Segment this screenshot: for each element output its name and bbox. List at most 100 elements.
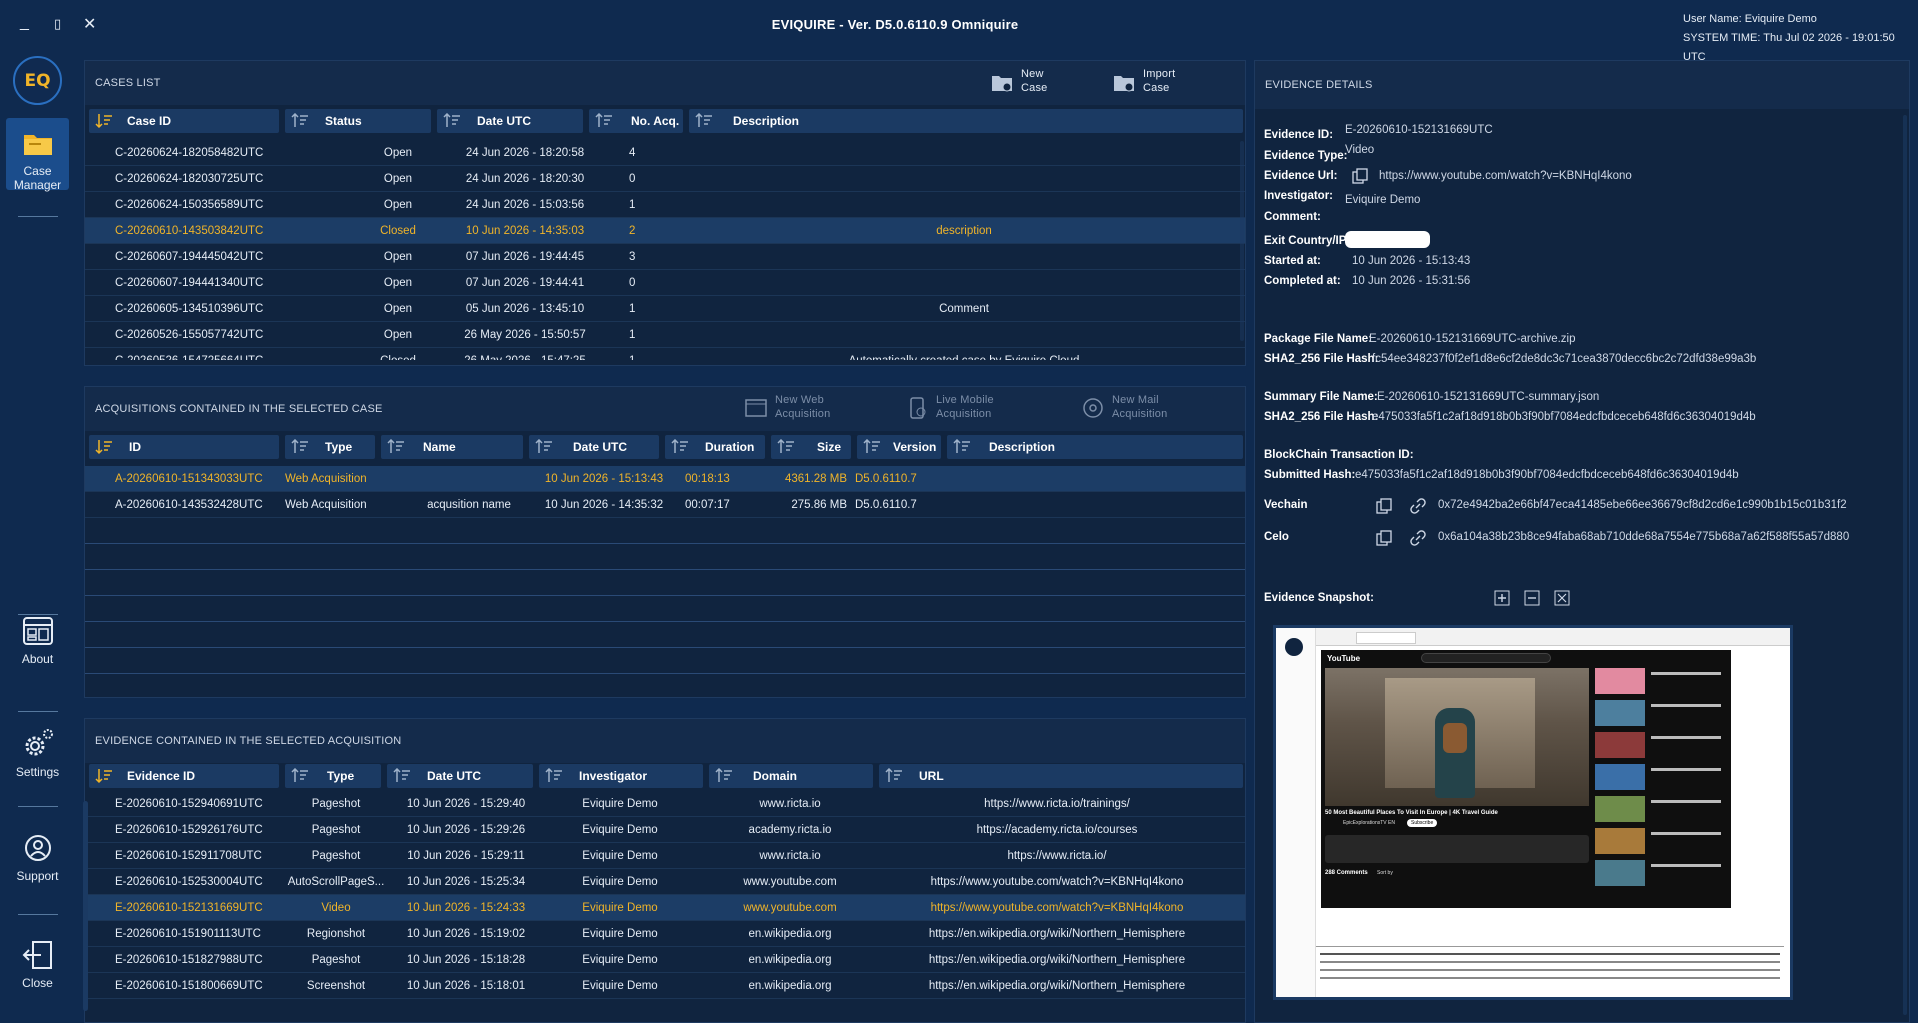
copy-icon[interactable] bbox=[1352, 168, 1368, 184]
column-type[interactable]: Type bbox=[285, 764, 381, 788]
live-mobile-acquisition-button[interactable]: Live Mobile Acquisition bbox=[910, 393, 994, 421]
evidence-row[interactable]: E-20260610-152926176UTC Pageshot 10 Jun 20… bbox=[85, 817, 1245, 843]
evidence-row[interactable]: E-20260610-151901113UTC Regionshot 10 Jun … bbox=[85, 921, 1245, 947]
case-row[interactable]: C-20260607-194445042UTC Open 07 Jun 2026 -… bbox=[85, 244, 1245, 270]
evidence-id: E-20260610-152530004UTC bbox=[115, 876, 263, 888]
zoom-in-icon[interactable] bbox=[1494, 590, 1510, 606]
evidence-date: 10 Jun 2026 - 15:19:02 bbox=[406, 928, 526, 940]
column-url[interactable]: URL bbox=[879, 764, 1243, 788]
sidebar-item-case-manager[interactable]: Case Manager bbox=[6, 118, 69, 192]
column-type[interactable]: Type bbox=[285, 435, 375, 459]
evidence-row[interactable]: E-20260610-152940691UTC Pageshot 10 Jun 20… bbox=[85, 791, 1245, 817]
case-row[interactable]: C-20260624-182058482UTC Open 24 Jun 2026 -… bbox=[85, 140, 1245, 166]
evidence-id-label: Evidence ID: bbox=[1264, 129, 1334, 141]
acquisition-version: D5.0.6110.7 bbox=[855, 499, 917, 511]
case-row[interactable]: C-20260624-150356589UTC Open 24 Jun 2026 -… bbox=[85, 192, 1245, 218]
import-case-button[interactable]: Import Case bbox=[1114, 67, 1176, 95]
cases-scrollbar[interactable] bbox=[1240, 141, 1244, 341]
evidence-type: Video bbox=[321, 902, 351, 914]
column-version[interactable]: Version bbox=[857, 435, 941, 459]
empty-row bbox=[85, 544, 1245, 570]
evidence-snapshot[interactable]: YouTube 50 Most Beautiful Places To Visi… bbox=[1273, 625, 1793, 1000]
column-date-utc[interactable]: Date UTC bbox=[437, 109, 583, 133]
column-date-utc[interactable]: Date UTC bbox=[529, 435, 659, 459]
acquisition-row[interactable]: A-20260610-143532428UTC Web Acquisition ac… bbox=[85, 492, 1245, 518]
column-description[interactable]: Description bbox=[689, 109, 1243, 133]
case-date: 10 Jun 2026 - 14:35:03 bbox=[465, 225, 585, 237]
column-size[interactable]: Size bbox=[771, 435, 851, 459]
sort-icon bbox=[393, 768, 410, 782]
case-acq-count: 3 bbox=[629, 251, 636, 263]
evidence-url: https://en.wikipedia.org/wiki/Northern_H… bbox=[928, 980, 1186, 992]
case-row[interactable]: C-20260605-134510396UTC Open 05 Jun 2026 -… bbox=[85, 296, 1245, 322]
column-investigator[interactable]: Investigator bbox=[539, 764, 703, 788]
link-icon[interactable] bbox=[1410, 498, 1426, 514]
acquisition-row[interactable]: A-20260610-151343033UTC Web Acquisition 10… bbox=[85, 466, 1245, 492]
fit-screen-icon[interactable] bbox=[1554, 590, 1570, 606]
import-folder-icon bbox=[1114, 76, 1134, 92]
column-name[interactable]: Name bbox=[381, 435, 523, 459]
evidence-id: E-20260610-151800669UTC bbox=[115, 980, 263, 992]
details-scrollbar[interactable] bbox=[1903, 115, 1907, 1015]
sidebar-item-support[interactable]: Support bbox=[6, 823, 69, 883]
evidence-row[interactable]: E-20260610-152530004UTC AutoScrollPageS..… bbox=[85, 869, 1245, 895]
evidence-investigator: Eviquire Demo bbox=[582, 902, 658, 914]
snapshot-logo bbox=[1285, 638, 1303, 656]
evidence-row[interactable]: E-20260610-151827988UTC Pageshot 10 Jun 20… bbox=[85, 947, 1245, 973]
acquisition-type: Web Acquisition bbox=[285, 473, 367, 485]
package-file-label: Package File Name: bbox=[1264, 333, 1373, 345]
sort-icon bbox=[777, 439, 794, 453]
evidence-investigator: Eviquire Demo bbox=[582, 980, 658, 992]
sort-icon bbox=[291, 113, 308, 127]
acquisitions-table-body: A-20260610-151343033UTC Web Acquisition 10… bbox=[85, 466, 1245, 692]
case-row[interactable]: C-20260607-194441340UTC Open 07 Jun 2026 -… bbox=[85, 270, 1245, 296]
case-date: 24 Jun 2026 - 15:03:56 bbox=[465, 199, 585, 211]
evidence-row[interactable]: E-20260610-152911708UTC Pageshot 10 Jun 20… bbox=[85, 843, 1245, 869]
case-row[interactable]: C-20260526-155057742UTC Open 26 May 2026 -… bbox=[85, 322, 1245, 348]
case-row[interactable]: C-20260610-143503842UTC Closed 10 Jun 2026… bbox=[85, 218, 1245, 244]
evidence-investigator: Eviquire Demo bbox=[582, 850, 658, 862]
column-description[interactable]: Description bbox=[947, 435, 1243, 459]
sort-icon bbox=[695, 113, 712, 127]
new-web-acquisition-label: Acquisition bbox=[775, 408, 831, 420]
copy-icon[interactable] bbox=[1376, 530, 1392, 546]
case-date: 26 May 2026 - 15:47:25 bbox=[445, 348, 605, 360]
case-row[interactable]: C-20260526-154725664UTC Closed26 May 2026… bbox=[85, 348, 1245, 360]
column-label: Description bbox=[733, 114, 800, 128]
column-id[interactable]: ID bbox=[89, 435, 279, 459]
column-evidence-id[interactable]: Evidence ID bbox=[89, 764, 279, 788]
column-duration[interactable]: Duration bbox=[665, 435, 765, 459]
evidence-id: E-20260610-152131669UTC bbox=[115, 902, 263, 914]
copy-icon[interactable] bbox=[1376, 498, 1392, 514]
case-row[interactable]: C-20260624-182030725UTC Open 24 Jun 2026 -… bbox=[85, 166, 1245, 192]
column-status[interactable]: Status bbox=[285, 109, 431, 133]
case-id: C-20260526-154725664UTC bbox=[115, 348, 285, 360]
sidebar-item-about[interactable]: About bbox=[6, 606, 69, 666]
evidence-domain: academy.ricta.io bbox=[748, 824, 832, 836]
evidence-row[interactable]: E-20260610-152131669UTC Video 10 Jun 2026 … bbox=[85, 895, 1245, 921]
column-case-id[interactable]: Case ID bbox=[89, 109, 279, 133]
evidences-scrollbar[interactable] bbox=[83, 801, 88, 1011]
column-date-utc[interactable]: Date UTC bbox=[387, 764, 533, 788]
case-acq-count: 4 bbox=[629, 147, 636, 159]
column-label: URL bbox=[919, 769, 944, 783]
column-no-acq[interactable]: No. Acq. bbox=[589, 109, 683, 133]
evidence-row[interactable]: E-20260610-151800669UTC Screenshot 10 Jun … bbox=[85, 973, 1245, 999]
submitted-hash-value: e475033fa5f1c2af18d918b0b3f90bf7084edcfb… bbox=[1355, 469, 1739, 481]
zoom-out-icon[interactable] bbox=[1524, 590, 1540, 606]
completed-label: Completed at: bbox=[1264, 275, 1341, 287]
sidebar-item-settings[interactable]: Settings bbox=[6, 719, 69, 779]
summary-hash-value: e475033fa5f1c2af18d918b0b3f90bf7084edcfb… bbox=[1372, 411, 1756, 423]
link-icon[interactable] bbox=[1410, 530, 1426, 546]
package-hash-label: SHA2_256 File Hash: bbox=[1264, 353, 1379, 365]
new-case-button[interactable]: New Case bbox=[992, 67, 1047, 95]
redacted-ip bbox=[1345, 231, 1430, 248]
sidebar-item-close[interactable]: Close bbox=[6, 930, 69, 990]
column-domain[interactable]: Domain bbox=[709, 764, 873, 788]
new-web-acquisition-button[interactable]: New Web Acquisition bbox=[745, 393, 831, 421]
new-mail-acquisition-button[interactable]: New Mail Acquisition bbox=[1083, 393, 1167, 421]
snapshot-comments: 288 Comments bbox=[1325, 870, 1368, 876]
snapshot-video-title: 50 Most Beautiful Places To Visit In Eur… bbox=[1325, 810, 1498, 816]
import-case-label: Import bbox=[1143, 68, 1176, 80]
submitted-hash-label: Submitted Hash: bbox=[1264, 469, 1356, 481]
